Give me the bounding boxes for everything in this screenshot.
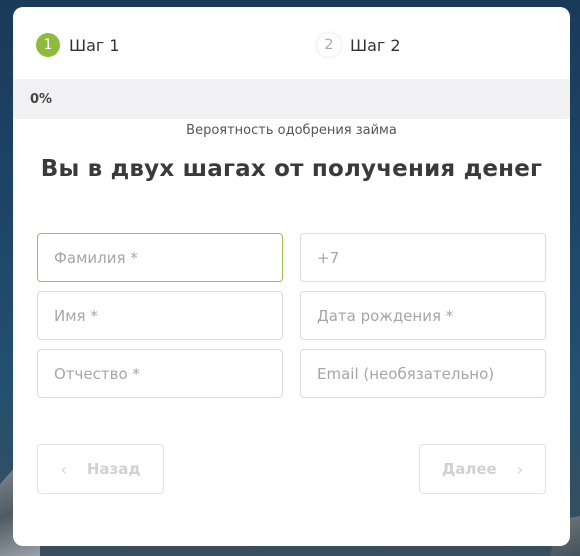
form-card: 1 Шаг 1 2 Шаг 2 0% Вероятность одобрения… (13, 7, 570, 546)
step-1-number: 1 (36, 33, 60, 57)
chevron-left-icon: ‹ (60, 459, 67, 479)
phone-field[interactable]: +7 (300, 233, 546, 282)
email-field[interactable]: Email (необязательно) (300, 349, 546, 398)
last-name-field[interactable]: Фамилия * (37, 233, 283, 282)
birth-date-field[interactable]: Дата рождения * (300, 291, 546, 340)
step-1[interactable]: 1 Шаг 1 (36, 33, 120, 57)
back-button-label: Назад (86, 460, 141, 478)
page-title: Вы в двух шагах от получения денег (40, 156, 543, 182)
step-2-number: 2 (317, 33, 341, 57)
patronymic-field[interactable]: Отчество * (37, 349, 283, 398)
next-button[interactable]: Далее › (419, 444, 546, 494)
form-fields: Фамилия * +7 Имя * Дата рождения * Отчес… (37, 233, 547, 407)
progress-percent: 0% (30, 92, 53, 107)
step-1-label: Шаг 1 (69, 35, 120, 55)
steps-header: 1 Шаг 1 2 Шаг 2 (13, 7, 570, 79)
step-2[interactable]: 2 Шаг 2 (317, 33, 401, 57)
approval-label: Вероятность одобрения займа (186, 123, 397, 138)
progress-bar: 0% (13, 79, 570, 119)
step-2-label: Шаг 2 (350, 35, 401, 55)
first-name-field[interactable]: Имя * (37, 291, 283, 340)
back-button[interactable]: ‹ Назад (37, 444, 164, 494)
next-button-label: Далее (441, 460, 497, 478)
chevron-right-icon: › (516, 459, 524, 479)
